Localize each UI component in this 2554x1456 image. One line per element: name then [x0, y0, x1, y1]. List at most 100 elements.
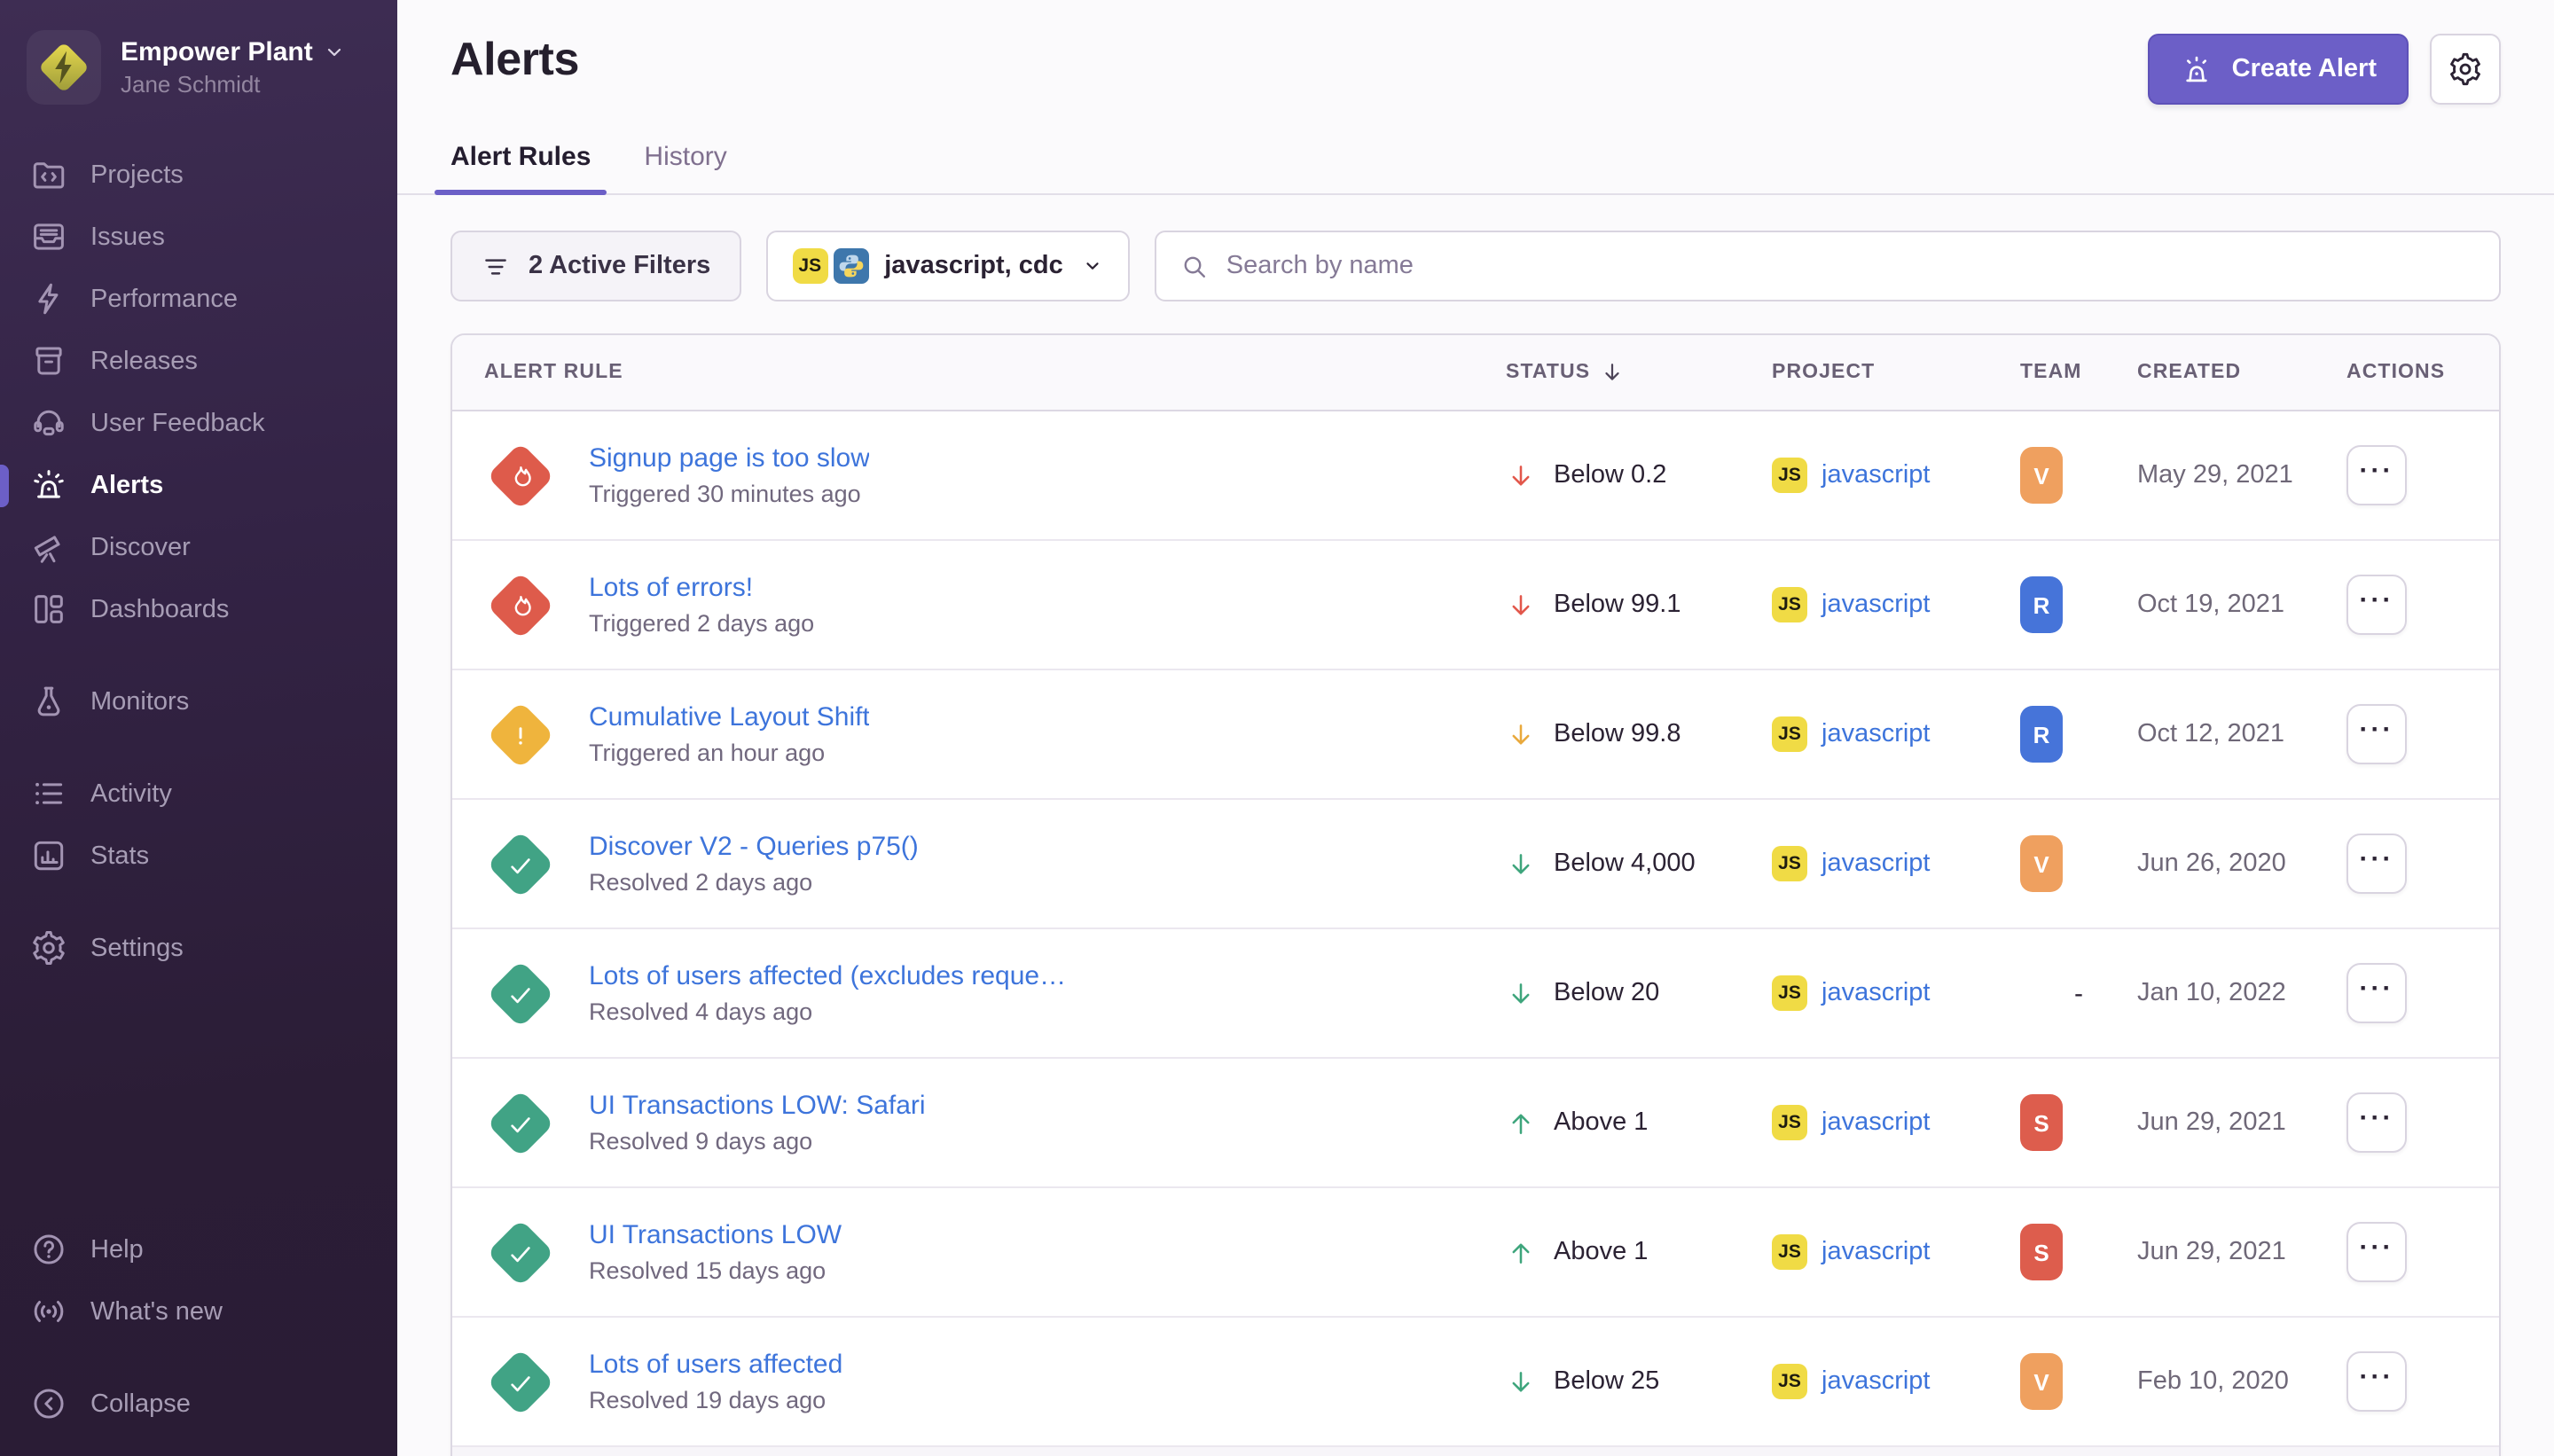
alert-rule-link[interactable]: Lots of users affected [589, 1350, 842, 1380]
table-row: Signup page is too slow Triggered 30 min… [452, 411, 2499, 541]
alert-rule-subtext: Resolved 2 days ago [589, 869, 919, 896]
tab-history[interactable]: History [644, 142, 726, 195]
whats-new-icon [30, 1293, 67, 1330]
project-link[interactable]: javascript [1821, 979, 1931, 1007]
arrow-down-icon [1506, 849, 1536, 879]
row-actions-button[interactable]: ··· [2346, 704, 2407, 764]
alert-rule-link[interactable]: Cumulative Layout Shift [589, 702, 870, 732]
sidebar-item-activity[interactable]: Activity [0, 763, 397, 825]
sidebar-nav: ProjectsIssuesPerformanceReleasesUser Fe… [0, 144, 397, 979]
create-alert-label: Create Alert [2232, 55, 2377, 83]
row-actions-button[interactable]: ··· [2346, 963, 2407, 1023]
column-header-label: Status [1506, 362, 1590, 383]
row-actions-button[interactable]: ··· [2346, 445, 2407, 505]
sidebar-item-settings[interactable]: Settings [0, 917, 397, 979]
sidebar-item-monitors[interactable]: Monitors [0, 670, 397, 732]
user-feedback-icon [30, 404, 67, 442]
org-switcher[interactable]: Empower Plant Jane Schmidt [0, 0, 397, 122]
ellipsis-icon: ··· [2360, 1233, 2394, 1260]
settings-button[interactable] [2430, 34, 2501, 105]
arrow-down-icon [1506, 719, 1536, 749]
project-link[interactable]: javascript [1821, 1367, 1931, 1396]
javascript-platform-icon: JS [1772, 458, 1807, 493]
table-row: Lots of users affected (excludes reque… … [452, 929, 2499, 1059]
sidebar-item-whats-new[interactable]: What's new [0, 1280, 397, 1342]
javascript-platform-icon: JS [1772, 587, 1807, 622]
row-actions-button[interactable]: ··· [2346, 1222, 2407, 1282]
active-filters-button[interactable]: 2 Active Filters [450, 231, 740, 301]
active-tab-underline [435, 189, 607, 195]
arrow-down-icon [1506, 1366, 1536, 1397]
sidebar-item-alerts[interactable]: Alerts [0, 454, 397, 516]
project-link[interactable]: javascript [1821, 461, 1931, 489]
tab-alert-rules[interactable]: Alert Rules [450, 142, 591, 195]
sort-descending-icon [1599, 360, 1624, 385]
javascript-platform-icon: JS [1772, 1234, 1807, 1270]
siren-icon [2181, 52, 2214, 86]
alert-rule-link[interactable]: Discover V2 - Queries p75() [589, 832, 919, 862]
table-row: Discover V2 - Queries p75() Resolved 2 d… [452, 800, 2499, 929]
ellipsis-icon: ··· [2360, 1363, 2394, 1389]
javascript-platform-icon: JS [1772, 975, 1807, 1011]
sidebar-item-releases[interactable]: Releases [0, 330, 397, 392]
sidebar-item-discover[interactable]: Discover [0, 516, 397, 578]
team-avatar: R [2020, 576, 2063, 633]
sidebar-item-help[interactable]: Help [0, 1218, 397, 1280]
alert-rule-link[interactable]: UI Transactions LOW: Safari [589, 1091, 926, 1121]
status-value: Below 99.8 [1554, 720, 1681, 748]
projects-icon [30, 156, 67, 193]
row-actions-button[interactable]: ··· [2346, 1351, 2407, 1412]
project-link[interactable]: javascript [1821, 720, 1931, 748]
column-header-project: Project [1772, 362, 2020, 383]
alert-rule-link[interactable]: Lots of users affected (excludes reque… [589, 961, 1066, 991]
sidebar-item-label: Help [90, 1235, 144, 1264]
created-date: May 29, 2021 [2137, 461, 2293, 489]
flame-diamond-icon [487, 442, 554, 509]
sidebar-item-label: Alerts [90, 471, 163, 499]
sidebar-item-stats[interactable]: Stats [0, 825, 397, 887]
row-actions-button[interactable]: ··· [2346, 1092, 2407, 1153]
performance-icon [30, 280, 67, 317]
row-actions-button[interactable]: ··· [2346, 575, 2407, 635]
discover-icon [30, 528, 67, 566]
status-value: Below 20 [1554, 979, 1659, 1007]
ellipsis-icon: ··· [2360, 457, 2394, 483]
javascript-platform-icon: JS [792, 248, 827, 284]
javascript-platform-icon: JS [1772, 1364, 1807, 1399]
created-date: Jun 29, 2021 [2137, 1238, 2286, 1266]
check-diamond-icon [487, 1218, 554, 1286]
project-link[interactable]: javascript [1821, 849, 1931, 878]
row-actions-button[interactable]: ··· [2346, 834, 2407, 894]
alert-rule-link[interactable]: Lots of errors! [589, 573, 814, 603]
ellipsis-icon: ··· [2360, 586, 2394, 613]
ellipsis-icon: ··· [2360, 975, 2394, 1001]
sidebar-item-collapse[interactable]: Collapse [0, 1373, 397, 1435]
project-link[interactable]: javascript [1821, 1238, 1931, 1266]
sidebar-item-user-feedback[interactable]: User Feedback [0, 392, 397, 454]
sidebar-item-issues[interactable]: Issues [0, 206, 397, 268]
project-selector[interactable]: JS javascript, cdc [765, 231, 1131, 301]
table-row: UI Transactions LOW: Safari Resolved 9 d… [452, 1059, 2499, 1188]
python-platform-icon [833, 248, 868, 284]
alert-rule-link[interactable]: Signup page is too slow [589, 443, 870, 474]
table-footer [452, 1447, 2499, 1456]
alert-rule-subtext: Triggered 30 minutes ago [589, 481, 870, 507]
check-diamond-icon [487, 1089, 554, 1156]
column-header-team: Team [2020, 362, 2137, 383]
sidebar-item-dashboards[interactable]: Dashboards [0, 578, 397, 640]
sidebar-item-projects[interactable]: Projects [0, 144, 397, 206]
sidebar-item-performance[interactable]: Performance [0, 268, 397, 330]
alert-rule-link[interactable]: UI Transactions LOW [589, 1220, 842, 1250]
search-input[interactable] [1226, 252, 2476, 280]
create-alert-button[interactable]: Create Alert [2149, 34, 2409, 105]
project-link[interactable]: javascript [1821, 591, 1931, 619]
app-window: Empower Plant Jane Schmidt ProjectsIssue… [0, 0, 2554, 1456]
exclamation-diamond-icon [487, 701, 554, 768]
project-link[interactable]: javascript [1821, 1108, 1931, 1137]
arrow-down-icon [1506, 978, 1536, 1008]
column-header-status[interactable]: Status [1506, 360, 1772, 385]
chevron-down-icon [325, 43, 345, 62]
alert-rule-subtext: Triggered an hour ago [589, 740, 870, 766]
arrow-up-icon [1506, 1237, 1536, 1267]
alert-rule-subtext: Resolved 15 days ago [589, 1257, 842, 1284]
